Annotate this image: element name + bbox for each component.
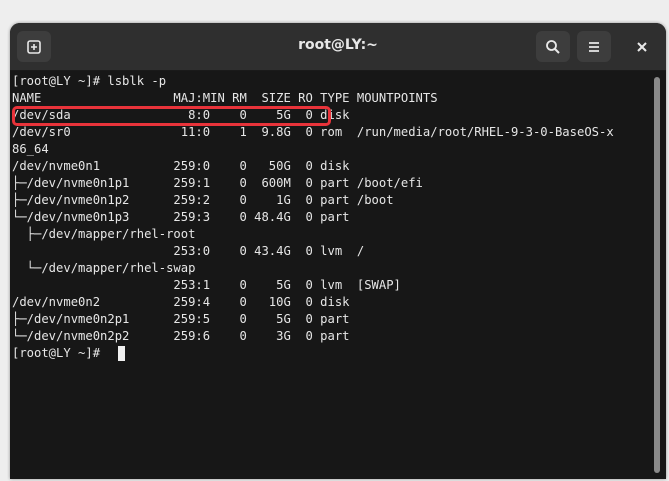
terminal-line: ├─/dev/nvme0n1p2 259:2 0 1G 0 part /boot (12, 193, 394, 207)
title-bar: root@LY:~ (10, 23, 666, 71)
scrollbar-thumb[interactable] (654, 77, 660, 473)
terminal-line: 86_64 (12, 142, 49, 156)
close-icon (637, 41, 647, 52)
highlight-box (12, 106, 331, 126)
terminal-line: └─/dev/nvme0n1p3 259:3 0 48.4G 0 part (12, 210, 350, 224)
close-button[interactable] (627, 31, 657, 62)
search-button[interactable] (536, 31, 570, 62)
terminal-line: /dev/sr0 11:0 1 9.8G 0 rom /run/media/ro… (12, 125, 614, 139)
terminal-prompt-line: [root@LY ~]# (12, 346, 108, 360)
search-icon (546, 39, 560, 54)
terminal-window: root@LY:~ [root@LY ~]# lsblk -p NAME MAJ… (10, 23, 666, 479)
text-cursor (118, 346, 125, 361)
terminal-output[interactable]: [root@LY ~]# lsblk -p NAME MAJ:MIN RM SI… (12, 73, 646, 473)
terminal-line: └─/dev/nvme0n2p2 259:6 0 3G 0 part (12, 329, 350, 343)
terminal-line: ├─/dev/nvme0n1p1 259:1 0 600M 0 part /bo… (12, 176, 423, 190)
terminal-line: NAME MAJ:MIN RM SIZE RO TYPE MOUNTPOINTS (12, 91, 438, 105)
terminal-line: 253:1 0 5G 0 lvm [SWAP] (12, 278, 401, 292)
terminal-line: ├─/dev/mapper/rhel-root (12, 227, 196, 241)
terminal-line: /dev/nvme0n1 259:0 0 50G 0 disk (12, 159, 350, 173)
terminal-line: /dev/nvme0n2 259:4 0 10G 0 disk (12, 295, 350, 309)
terminal-line: 253:0 0 43.4G 0 lvm / (12, 244, 365, 258)
terminal-line: ├─/dev/nvme0n2p1 259:5 0 5G 0 part (12, 312, 350, 326)
terminal-line: [root@LY ~]# lsblk -p (12, 74, 167, 88)
hamburger-menu-icon (589, 41, 599, 52)
menu-button[interactable] (577, 31, 611, 62)
terminal-line: └─/dev/mapper/rhel-swap (12, 261, 196, 275)
vertical-scrollbar[interactable] (652, 73, 662, 479)
